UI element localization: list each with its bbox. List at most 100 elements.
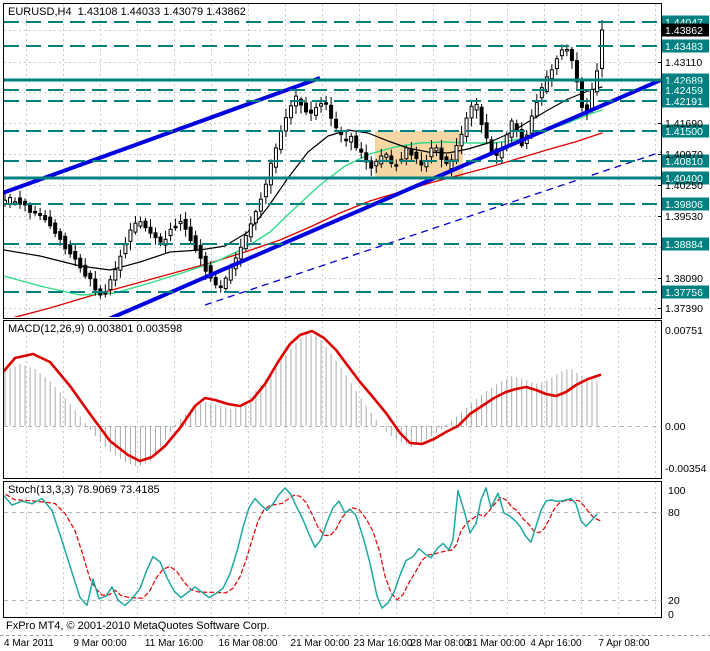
- bear-candle: [68, 244, 73, 255]
- bull-candle: [429, 147, 434, 158]
- date-axis-label: 23 Mar 16:00: [354, 638, 413, 649]
- bear-candle: [409, 149, 414, 156]
- bear-candle: [173, 225, 178, 229]
- bear-candle: [334, 118, 339, 129]
- price-tick-label: 1.40970: [665, 149, 703, 161]
- bear-candle: [28, 204, 33, 213]
- bear-candle: [33, 210, 38, 214]
- bull-candle: [384, 153, 389, 158]
- bull-candle: [238, 246, 243, 260]
- stoch-scale-label: 80: [668, 507, 680, 519]
- stoch-scale-label: 20: [668, 595, 680, 607]
- bear-candle: [188, 226, 193, 242]
- mt4-chart-window: 1.44047 1.43483 1.42689 1.42459 1.42191 1.415…: [0, 0, 710, 651]
- bull-candle: [123, 244, 128, 255]
- price-level-label: 1.42191: [665, 96, 703, 108]
- bear-candle: [38, 213, 43, 216]
- bull-candle: [168, 228, 173, 236]
- bear-candle: [213, 276, 218, 286]
- copyright-text: FxPro MT4, © 2001-2010 MetaQuotes Softwa…: [6, 620, 270, 632]
- bull-candle: [283, 117, 288, 132]
- bull-candle: [108, 279, 113, 290]
- bear-candle: [439, 147, 444, 160]
- bear-candle: [183, 218, 188, 230]
- bull-candle: [549, 69, 554, 79]
- bull-candle: [223, 277, 228, 290]
- bull-candle: [600, 29, 605, 69]
- price-tick-label: 1.38090: [665, 273, 703, 285]
- current-price-label: 1.43862: [665, 25, 703, 37]
- bull-candle: [268, 162, 273, 186]
- bull-candle: [113, 269, 118, 281]
- bear-candle: [324, 102, 329, 105]
- macd-scale-label: -0.00354: [665, 463, 707, 475]
- bull-candle: [253, 211, 258, 224]
- bear-candle: [389, 155, 394, 164]
- macd-scale-label: 0.00: [665, 421, 686, 433]
- bull-candle: [459, 133, 464, 147]
- bull-candle: [554, 58, 559, 70]
- bear-candle: [18, 197, 23, 205]
- bull-candle: [534, 101, 539, 117]
- price-tick-label: 1.41690: [665, 118, 703, 130]
- bull-candle: [474, 103, 479, 111]
- bull-candle: [228, 267, 233, 281]
- bull-candle: [13, 201, 18, 204]
- macd-indicator-label: MACD(12,26,9) 0.003801 0.003598: [8, 323, 183, 335]
- bull-candle: [464, 117, 469, 137]
- bull-candle: [248, 223, 253, 238]
- bear-candle: [579, 79, 584, 108]
- bear-candle: [359, 148, 364, 153]
- bull-candle: [314, 107, 319, 116]
- price-tick-label: 1.40250: [665, 180, 703, 192]
- price-level-label: 1.43483: [665, 41, 703, 53]
- bear-candle: [43, 215, 48, 221]
- date-axis-label: 4 Mar 2011: [4, 638, 54, 649]
- bear-candle: [484, 122, 489, 139]
- bear-candle: [354, 135, 359, 149]
- date-axis-label: 28 Mar 08:00: [411, 638, 470, 649]
- bull-candle: [454, 145, 459, 161]
- bull-candle: [258, 198, 263, 212]
- date-axis-label: 9 Mar 00:00: [73, 638, 127, 649]
- bull-candle: [263, 183, 268, 198]
- stoch-scale-label: 100: [668, 485, 686, 497]
- bull-candle: [349, 135, 354, 143]
- date-axis-label: 16 Mar 08:00: [219, 638, 278, 649]
- bear-candle: [329, 104, 334, 119]
- date-axis-label: 21 Mar 00:00: [291, 638, 350, 649]
- bear-candle: [53, 222, 58, 234]
- bull-candle: [273, 147, 278, 168]
- bull-candle: [118, 255, 123, 271]
- price-level-label: 1.38884: [665, 239, 703, 251]
- bull-candle: [319, 103, 324, 107]
- bull-candle: [589, 89, 594, 111]
- stoch-scale-label: 0: [668, 609, 674, 621]
- bear-candle: [153, 232, 158, 239]
- price-tick-label: 1.39530: [665, 211, 703, 223]
- bull-candle: [133, 222, 138, 233]
- bull-candle: [374, 160, 379, 167]
- bear-candle: [63, 235, 68, 250]
- bear-candle: [58, 231, 63, 240]
- date-axis-label: 31 Mar 00:00: [467, 638, 526, 649]
- price-tick-label: 1.37390: [665, 303, 703, 315]
- bear-candle: [414, 151, 419, 160]
- bull-candle: [469, 105, 474, 119]
- bear-candle: [514, 123, 519, 132]
- bull-candle: [509, 120, 514, 138]
- bear-candle: [88, 272, 93, 280]
- bear-candle: [73, 251, 78, 260]
- macd-scale-label: 0.00751: [665, 325, 703, 337]
- bear-candle: [83, 264, 88, 277]
- bull-candle: [404, 147, 409, 160]
- macd-panel: [3, 320, 662, 479]
- bull-candle: [564, 48, 569, 52]
- bull-candle: [559, 49, 564, 57]
- bear-candle: [48, 216, 53, 227]
- date-axis-label: 11 Mar 16:00: [145, 638, 204, 649]
- price-level-label: 1.39806: [665, 199, 703, 211]
- price-level-label: 1.37756: [665, 287, 703, 299]
- bear-candle: [344, 138, 349, 142]
- bear-candle: [304, 102, 309, 113]
